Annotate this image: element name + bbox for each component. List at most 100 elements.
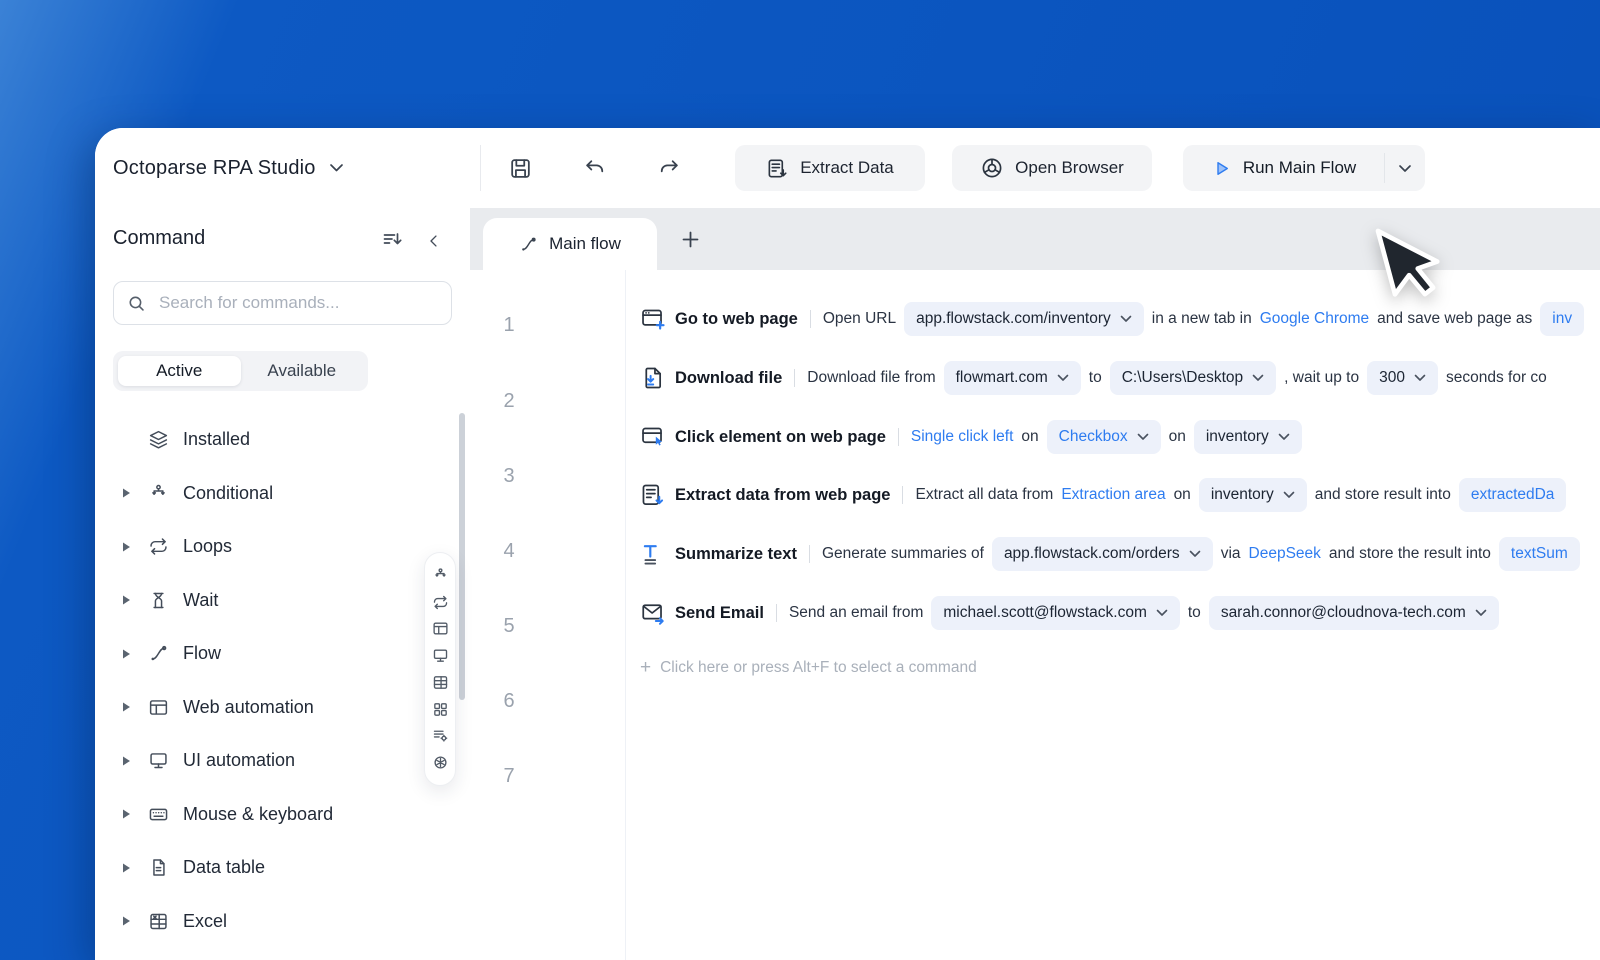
apps-grid-icon[interactable] [432, 701, 449, 718]
model-link[interactable]: DeepSeek [1249, 545, 1321, 563]
go-to-web-page-icon [640, 306, 666, 332]
run-main-flow-label: Run Main Flow [1243, 158, 1356, 178]
data-table-icon [148, 857, 169, 878]
excel-icon[interactable] [432, 674, 449, 691]
caret-right-icon[interactable] [121, 541, 132, 553]
summarize-text-icon [640, 541, 666, 567]
ai-icon[interactable] [432, 754, 449, 771]
caret-right-icon[interactable] [121, 594, 132, 606]
sidebar-item-conditional[interactable]: Conditional [95, 467, 470, 521]
gutter-divider [625, 270, 626, 960]
click-type-link[interactable]: Single click left [911, 428, 1014, 446]
timeout-dropdown[interactable]: 300 [1367, 361, 1438, 395]
browser-link[interactable]: Google Chrome [1260, 310, 1369, 328]
caret-right-icon[interactable] [121, 648, 132, 660]
search-input[interactable] [157, 292, 439, 314]
to-email-dropdown[interactable]: sarah.connor@cloudnova-tech.com [1209, 596, 1499, 630]
sidebar-item-flow[interactable]: Flow [95, 627, 470, 681]
task-list-icon[interactable] [432, 727, 449, 744]
chevron-down-icon [1252, 374, 1264, 382]
sidebar-item-label: Data table [183, 857, 265, 878]
caret-right-icon[interactable] [121, 808, 132, 820]
destination-dropdown[interactable]: C:\Users\Desktop [1110, 361, 1276, 395]
caret-right-icon[interactable] [121, 701, 132, 713]
element-dropdown[interactable]: Checkbox [1047, 420, 1161, 454]
play-icon [1211, 158, 1232, 179]
run-options-button[interactable] [1385, 145, 1425, 191]
sidebar-item-loops[interactable]: Loops [95, 520, 470, 574]
tab-available[interactable]: Available [241, 356, 364, 386]
caret-right-icon[interactable] [121, 862, 132, 874]
flow-step-click-element[interactable]: Click element on web page Single click l… [640, 417, 1302, 457]
caret-right-icon[interactable] [121, 915, 132, 927]
step-label: Summarize text [675, 545, 797, 564]
page-dropdown[interactable]: inventory [1194, 420, 1302, 454]
run-main-flow-split-button: Run Main Flow [1183, 145, 1425, 191]
collapse-sidebar-button[interactable] [425, 232, 443, 250]
sort-button[interactable] [381, 229, 405, 253]
page-dropdown[interactable]: inventory [1199, 478, 1307, 512]
variable-dropdown[interactable]: inv [1540, 302, 1584, 336]
step-text: Download file from [807, 369, 935, 387]
web-automation-icon[interactable] [432, 620, 449, 637]
caret-right-icon[interactable] [121, 487, 132, 499]
flow-step-summarize-text[interactable]: Summarize text Generate summaries of app… [640, 534, 1580, 574]
dropdown-value: inventory [1206, 428, 1269, 446]
ui-automation-icon[interactable] [432, 647, 449, 664]
open-browser-button[interactable]: Open Browser [952, 145, 1152, 191]
web-automation-icon [148, 697, 169, 718]
loops-icon[interactable] [432, 594, 449, 611]
sidebar-item-excel[interactable]: Excel [95, 895, 470, 949]
redo-button[interactable] [654, 154, 682, 182]
source-dropdown[interactable]: flowmart.com [944, 361, 1081, 395]
flow-step-extract-data[interactable]: Extract data from web page Extract all d… [640, 475, 1566, 515]
sidebar-item-data-table[interactable]: Data table [95, 841, 470, 895]
sidebar-item-installed[interactable]: Installed [95, 413, 470, 467]
step-text: Send an email from [789, 604, 923, 622]
flow-step-go-to-web-page[interactable]: Go to web page Open URL app.flowstack.co… [640, 299, 1584, 339]
sidebar-scrollbar[interactable] [459, 413, 465, 700]
step-divider [776, 604, 777, 622]
variable-dropdown[interactable]: extractedDa [1459, 478, 1567, 512]
undo-button[interactable] [581, 154, 609, 182]
command-search[interactable] [113, 281, 452, 325]
caret-right-icon[interactable] [121, 755, 132, 767]
step-label: Go to web page [675, 310, 798, 329]
source-dropdown[interactable]: app.flowstack.com/orders [992, 537, 1213, 571]
extract-data-icon [766, 157, 789, 180]
conditional-icon[interactable] [432, 567, 449, 584]
step-divider [809, 545, 810, 563]
add-tab-button[interactable] [678, 227, 702, 251]
step-text: and store the result into [1329, 545, 1491, 563]
row-number: 2 [470, 390, 548, 413]
flow-step-download-file[interactable]: Download file Download file from flowmar… [640, 358, 1547, 398]
step-text: , wait up to [1284, 369, 1359, 387]
sidebar-item-label: Mouse & keyboard [183, 804, 333, 825]
tab-active[interactable]: Active [118, 356, 241, 386]
step-divider [902, 486, 903, 504]
extract-data-button[interactable]: Extract Data [735, 145, 925, 191]
from-email-dropdown[interactable]: michael.scott@flowstack.com [931, 596, 1180, 630]
app-window: Octoparse RPA Studio Extract Data Open B… [95, 128, 1600, 960]
step-label: Click element on web page [675, 428, 886, 447]
add-command-hint[interactable]: + Click here or press Alt+F to select a … [640, 658, 977, 677]
redo-icon [656, 156, 681, 181]
save-icon [508, 156, 533, 181]
save-button[interactable] [506, 154, 534, 182]
sidebar-item-web-automation[interactable]: Web automation [95, 681, 470, 735]
app-menu[interactable]: Octoparse RPA Studio [113, 128, 344, 208]
variable-dropdown[interactable]: textSum [1499, 537, 1580, 571]
sidebar-item-wait[interactable]: Wait [95, 574, 470, 628]
url-dropdown[interactable]: app.flowstack.com/inventory [904, 302, 1144, 336]
sidebar-title: Command [113, 227, 205, 250]
tab-main-flow[interactable]: Main flow [483, 218, 657, 270]
extraction-area-link[interactable]: Extraction area [1061, 486, 1165, 504]
dropdown-value: inv [1552, 310, 1572, 328]
sidebar-item-mouse-keyboard[interactable]: Mouse & keyboard [95, 788, 470, 842]
header-bar: Octoparse RPA Studio Extract Data Open B… [95, 128, 1600, 209]
run-main-flow-button[interactable]: Run Main Flow [1183, 145, 1384, 191]
sidebar-item-ui-automation[interactable]: UI automation [95, 734, 470, 788]
step-text: Extract all data from [915, 486, 1053, 504]
sidebar-item-label: Loops [183, 536, 232, 557]
flow-step-send-email[interactable]: Send Email Send an email from michael.sc… [640, 593, 1499, 633]
